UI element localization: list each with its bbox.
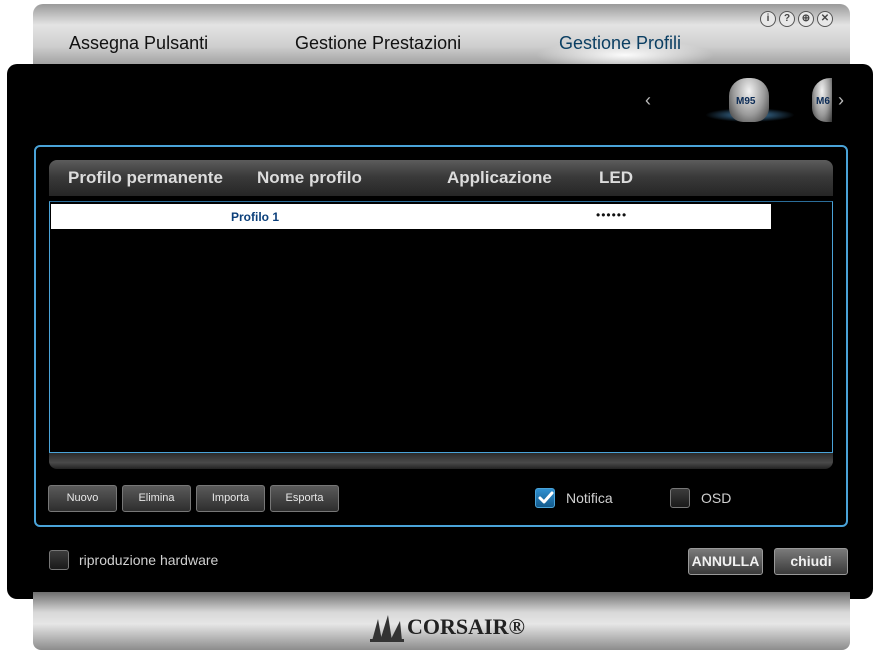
window-controls: i ? ⊕ ✕	[760, 11, 833, 27]
delete-button[interactable]: Elimina	[122, 485, 191, 512]
checkmark-icon	[538, 491, 554, 504]
column-header-permanent[interactable]: Profilo permanente	[68, 168, 223, 188]
import-button[interactable]: Importa	[196, 485, 265, 512]
globe-icon[interactable]: ⊕	[798, 11, 814, 27]
osd-label: OSD	[701, 490, 732, 506]
profile-led-cell: ••••••	[596, 208, 628, 222]
hardware-playback-checkbox[interactable]	[49, 550, 69, 570]
info-icon[interactable]: i	[760, 11, 776, 27]
cancel-button[interactable]: ANNULLA	[688, 548, 763, 575]
tab-gestione-prestazioni[interactable]: Gestione Prestazioni	[295, 33, 461, 54]
help-icon[interactable]: ?	[779, 11, 795, 27]
hardware-playback-label: riproduzione hardware	[79, 552, 219, 568]
corsair-logo: CORSAIR®	[370, 611, 525, 643]
close-icon[interactable]: ✕	[817, 11, 833, 27]
carousel-next-icon[interactable]: ›	[838, 90, 844, 111]
profile-name-cell: Profilo 1	[231, 210, 280, 224]
osd-checkbox[interactable]	[670, 488, 690, 508]
column-header-led[interactable]: LED	[599, 168, 633, 188]
table-footer	[49, 453, 833, 469]
notifica-label: Notifica	[566, 490, 613, 506]
profile-table	[49, 201, 833, 453]
notifica-checkbox[interactable]	[535, 488, 555, 508]
new-button[interactable]: Nuovo	[48, 485, 117, 512]
carousel-prev-icon[interactable]: ‹	[645, 90, 651, 111]
table-row[interactable]: Profilo 1 ••••••	[51, 204, 771, 229]
close-button[interactable]: chiudi	[774, 548, 848, 575]
device-m6-label: M6	[816, 96, 830, 107]
device-m95-label: M95	[736, 96, 756, 107]
brand-name: CORSAIR®	[407, 614, 525, 639]
column-header-name[interactable]: Nome profilo	[257, 168, 362, 188]
tab-gestione-profili[interactable]: Gestione Profili	[559, 33, 681, 54]
tab-assegna-pulsanti[interactable]: Assegna Pulsanti	[69, 33, 208, 54]
corsair-sails-icon	[370, 615, 404, 642]
column-header-application[interactable]: Applicazione	[447, 168, 552, 188]
export-button[interactable]: Esporta	[270, 485, 339, 512]
